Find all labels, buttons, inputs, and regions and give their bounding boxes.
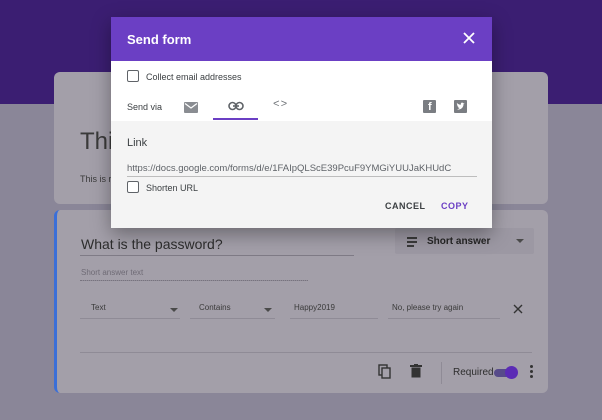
facebook-icon[interactable]: f xyxy=(423,100,436,113)
tab-embed[interactable]: <> xyxy=(273,99,288,111)
dialog-title: Send form xyxy=(127,32,192,47)
dialog-header: Send form xyxy=(111,17,492,61)
validation-type-select[interactable]: Text xyxy=(91,303,106,312)
link-section xyxy=(111,121,492,228)
mail-icon xyxy=(184,100,198,117)
form-description: This is r xyxy=(80,174,112,184)
validation-condition-underline xyxy=(190,318,275,319)
remove-validation-icon[interactable] xyxy=(513,301,523,317)
link-url-field[interactable]: https://docs.google.com/forms/d/e/1FAIpQ… xyxy=(127,163,477,174)
chevron-down-icon xyxy=(170,308,178,312)
required-label: Required xyxy=(453,367,494,378)
close-icon[interactable] xyxy=(460,29,478,47)
link-url-underline xyxy=(127,176,477,177)
footer-separator xyxy=(441,362,442,384)
question-type-label: Short answer xyxy=(427,236,491,247)
short-answer-placeholder: Short answer text xyxy=(81,268,144,277)
chevron-down-icon xyxy=(264,308,272,312)
collect-email-label: Collect email addresses xyxy=(146,72,242,82)
validation-error-underline xyxy=(388,318,500,319)
question-type-dropdown[interactable]: Short answer xyxy=(395,228,534,254)
shorten-url-checkbox[interactable] xyxy=(127,181,139,193)
collect-email-checkbox[interactable] xyxy=(127,70,139,82)
duplicate-icon[interactable] xyxy=(378,364,392,385)
delete-icon[interactable] xyxy=(410,364,422,383)
twitter-icon[interactable] xyxy=(454,100,467,113)
link-icon xyxy=(228,99,244,116)
shorten-url-label: Shorten URL xyxy=(146,183,199,193)
tab-email[interactable] xyxy=(184,100,198,118)
short-answer-underline xyxy=(80,280,308,281)
more-options-icon[interactable] xyxy=(530,365,534,380)
short-answer-icon xyxy=(407,237,417,249)
send-via-label: Send via xyxy=(127,102,163,112)
validation-value-underline xyxy=(290,318,378,319)
question-title-underline xyxy=(80,255,354,256)
question-footer-divider xyxy=(80,352,532,353)
chevron-down-icon xyxy=(516,239,524,243)
validation-value-input[interactable]: Happy2019 xyxy=(294,303,335,312)
copy-button[interactable]: COPY xyxy=(441,201,469,211)
tab-link[interactable] xyxy=(228,99,244,117)
question-title[interactable]: What is the password? xyxy=(81,236,223,252)
embed-icon: <> xyxy=(273,99,289,111)
cancel-button[interactable]: CANCEL xyxy=(385,201,426,211)
toggle-knob xyxy=(505,366,518,379)
active-tab-indicator xyxy=(213,118,258,120)
form-title: Thi xyxy=(80,128,114,155)
validation-condition-select[interactable]: Contains xyxy=(199,303,231,312)
validation-type-underline xyxy=(80,318,180,319)
required-toggle[interactable] xyxy=(494,366,518,380)
validation-error-input[interactable]: No, please try again xyxy=(392,303,463,312)
link-label: Link xyxy=(127,137,148,149)
